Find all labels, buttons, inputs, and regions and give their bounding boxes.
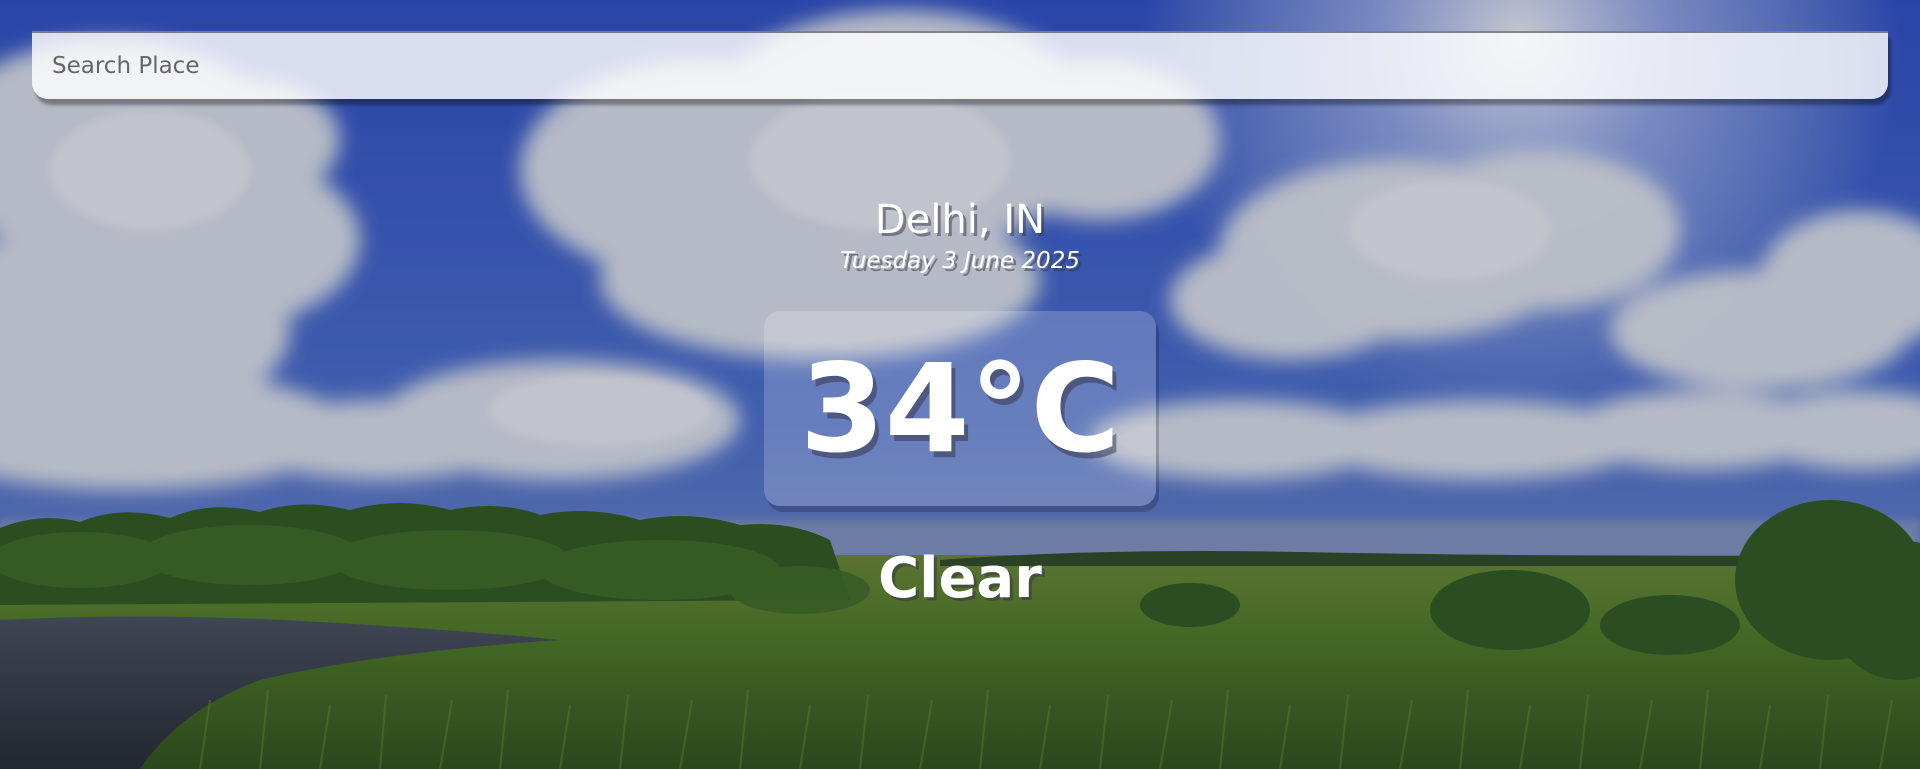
temperature-card: 34°C (764, 311, 1156, 506)
weather-app: Delhi, IN Tuesday 3 June 2025 34°C Clear (0, 0, 1920, 769)
location-label: Delhi, IN (874, 197, 1046, 243)
search-input[interactable] (32, 31, 1888, 99)
date-label: Tuesday 3 June 2025 (840, 248, 1080, 274)
search-box (32, 31, 1888, 99)
temperature-value: 34°C (799, 337, 1121, 480)
weather-condition: Clear (878, 546, 1042, 611)
location-box: Delhi, IN Tuesday 3 June 2025 (0, 194, 1920, 276)
